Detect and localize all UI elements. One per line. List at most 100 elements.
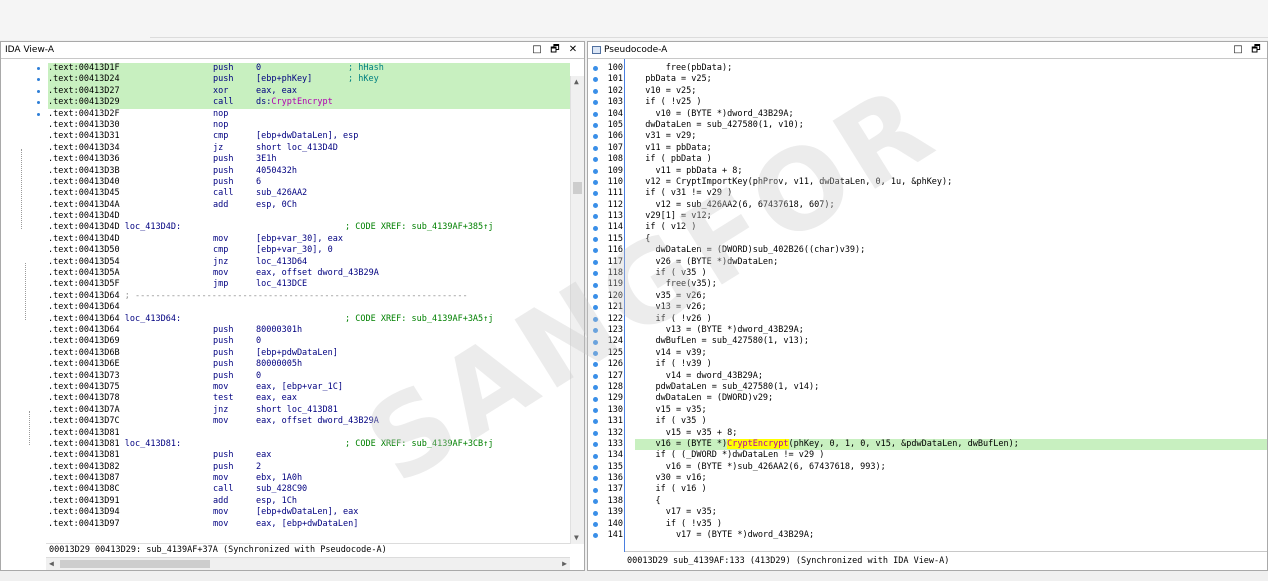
pseudocode-line[interactable]: pdwDataLen = sub_427580(1, v14); bbox=[635, 382, 1267, 393]
pseudocode-line[interactable]: free(v35); bbox=[635, 279, 1267, 290]
float-button[interactable]: 🗗 bbox=[1249, 42, 1263, 58]
ida-horizontal-scrollbar[interactable]: ◀ ▶ bbox=[46, 557, 570, 570]
pseudocode-line[interactable]: if ( !v25 ) bbox=[635, 97, 1267, 108]
disasm-line[interactable]: .text:00413D24 push [ebp+phKey] ; hKey bbox=[48, 74, 570, 86]
pseudocode-line[interactable]: v26 = (BYTE *)dwDataLen; bbox=[635, 257, 1267, 268]
disasm-line[interactable]: .text:00413D64 bbox=[48, 302, 570, 313]
maximize-button[interactable]: □ bbox=[530, 42, 544, 58]
float-button[interactable]: 🗗 bbox=[548, 42, 562, 58]
disasm-line[interactable]: .text:00413D54 jnz loc_413D64 bbox=[48, 257, 570, 268]
disasm-line[interactable]: .text:00413D64 ; -----------------------… bbox=[48, 291, 570, 302]
disasm-line[interactable]: .text:00413D4A add esp, 0Ch bbox=[48, 200, 570, 211]
scroll-right-icon[interactable]: ▶ bbox=[562, 558, 567, 570]
pseudocode-line[interactable]: v16 = (BYTE *)CryptEncrypt(phKey, 0, 1, … bbox=[635, 438, 1267, 451]
disasm-line[interactable]: .text:00413D3B push 4050432h bbox=[48, 166, 570, 177]
scroll-left-icon[interactable]: ◀ bbox=[49, 558, 54, 570]
disasm-line[interactable]: .text:00413D30 nop bbox=[48, 120, 570, 131]
disasm-line[interactable]: .text:00413D94 mov [ebp+dwDataLen], eax bbox=[48, 507, 570, 518]
disasm-line[interactable]: .text:00413D1F push 0 ; hHash bbox=[48, 63, 570, 75]
pseudocode-line[interactable]: v11 = pbData + 8; bbox=[635, 166, 1267, 177]
disasm-line[interactable]: .text:00413D8C call sub_428C90 bbox=[48, 484, 570, 495]
disasm-line[interactable]: .text:00413D7C mov eax, offset dword_43B29… bbox=[48, 416, 570, 427]
disasm-line[interactable]: .text:00413D81 bbox=[48, 428, 570, 439]
pseudocode-line[interactable]: v35 = v26; bbox=[635, 291, 1267, 302]
disasm-line[interactable]: .text:00413D75 mov eax, [ebp+var_1C] bbox=[48, 382, 570, 393]
ida-view-panel[interactable]: IDA View-A □ 🗗 ✕ .text:00413D1F push 0 ; hH… bbox=[0, 41, 585, 571]
pseudocode-line[interactable]: v12 = sub_426AA2(6, 67437618, 607); bbox=[635, 200, 1267, 211]
pseudocode-line[interactable]: if ( !v26 ) bbox=[635, 314, 1267, 325]
pseudocode-line[interactable]: v10 = (BYTE *)dword_43B29A; bbox=[635, 109, 1267, 120]
ida-vertical-scrollbar[interactable]: ▲ ▼ bbox=[570, 76, 584, 544]
disasm-line[interactable]: .text:00413D64 push 80000301h bbox=[48, 325, 570, 336]
disasm-line[interactable]: .text:00413D27 xor eax, eax bbox=[48, 85, 570, 98]
pseudocode-line[interactable]: v29[1] = v12; bbox=[635, 211, 1267, 222]
pseudocode-line[interactable]: v30 = v16; bbox=[635, 473, 1267, 484]
code-xref[interactable]: ; CODE XREF: sub_4139AF+3A5↑j bbox=[345, 314, 493, 325]
disasm-line[interactable]: .text:00413D2F nop bbox=[48, 109, 570, 120]
pseudocode-line[interactable]: v10 = v25; bbox=[635, 86, 1267, 97]
maximize-button[interactable]: □ bbox=[1231, 42, 1245, 58]
hscroll-thumb[interactable] bbox=[60, 560, 210, 568]
pseudocode-line[interactable]: v17 = v35; bbox=[635, 507, 1267, 518]
scroll-thumb[interactable] bbox=[573, 182, 582, 194]
pseudocode-line[interactable]: if ( v31 != v29 ) bbox=[635, 188, 1267, 199]
api-name[interactable]: CryptEncrypt bbox=[271, 97, 332, 107]
pseudocode-line[interactable]: v14 = dword_43B29A; bbox=[635, 371, 1267, 382]
disasm-line[interactable]: .text:00413D4D bbox=[48, 211, 570, 222]
disasm-line[interactable]: .text:00413D91 add esp, 1Ch bbox=[48, 496, 570, 507]
pseudocode-line[interactable]: free(pbData); bbox=[635, 63, 1267, 74]
pseudocode-line[interactable]: if ( !v35 ) bbox=[635, 519, 1267, 530]
pseudocode-line[interactable]: pbData = v25; bbox=[635, 74, 1267, 85]
pseudocode-line[interactable]: v14 = v39; bbox=[635, 348, 1267, 359]
pseudocode-line[interactable]: if ( v12 ) bbox=[635, 222, 1267, 233]
pseudocode-line[interactable]: if ( (_DWORD *)dwDataLen != v29 ) bbox=[635, 450, 1267, 461]
pseudocode-line[interactable]: v16 = (BYTE *)sub_426AA2(6, 67437618, 99… bbox=[635, 462, 1267, 473]
pseudocode-line[interactable]: if ( v35 ) bbox=[635, 416, 1267, 427]
disasm-line[interactable]: .text:00413D6B push [ebp+pdwDataLen] bbox=[48, 348, 570, 359]
pseudocode-line[interactable]: if ( pbData ) bbox=[635, 154, 1267, 165]
pseudocode-line[interactable]: v12 = CryptImportKey(phProv, v11, dwData… bbox=[635, 177, 1267, 188]
pseudocode-line[interactable]: v11 = pbData; bbox=[635, 143, 1267, 154]
disasm-line[interactable]: .text:00413D34 jz short loc_413D4D bbox=[48, 143, 570, 154]
pseudocode-line[interactable]: if ( !v39 ) bbox=[635, 359, 1267, 370]
pseudocode-line[interactable]: v17 = (BYTE *)dword_43B29A; bbox=[635, 530, 1267, 541]
close-button[interactable]: ✕ bbox=[566, 42, 580, 58]
disasm-line[interactable]: .text:00413D45 call sub_426AA2 bbox=[48, 188, 570, 199]
code-xref[interactable]: ; CODE XREF: sub_4139AF+3CB↑j bbox=[345, 439, 493, 450]
disasm-line[interactable]: .text:00413D69 push 0 bbox=[48, 336, 570, 347]
disasm-line[interactable]: .text:00413D50 cmp [ebp+var_30], 0 bbox=[48, 245, 570, 256]
disasm-line[interactable]: .text:00413D40 push 6 bbox=[48, 177, 570, 188]
pseudocode-line[interactable]: v31 = v29; bbox=[635, 131, 1267, 142]
disasm-line[interactable]: .text:00413D6E push 80000005h bbox=[48, 359, 570, 370]
code-xref[interactable]: ; CODE XREF: sub_4139AF+385↑j bbox=[345, 222, 493, 233]
disasm-line[interactable]: .text:00413D4D loc_413D4D: ; CODE XREF: s… bbox=[48, 222, 570, 233]
disasm-line[interactable]: .text:00413D78 test eax, eax bbox=[48, 393, 570, 404]
disasm-line[interactable]: .text:00413D87 mov ebx, 1A0h bbox=[48, 473, 570, 484]
disasm-line[interactable]: .text:00413D81 push eax bbox=[48, 450, 570, 461]
disasm-line[interactable]: .text:00413D73 push 0 bbox=[48, 371, 570, 382]
disasm-line[interactable]: .text:00413D31 cmp [ebp+dwDataLen], esp bbox=[48, 131, 570, 142]
disasm-line[interactable]: .text:00413D81 loc_413D81: ; CODE XREF: s… bbox=[48, 439, 570, 450]
disasm-line[interactable]: .text:00413D36 push 3E1h bbox=[48, 154, 570, 165]
pseudocode-line[interactable]: dwDataLen = sub_427580(1, v10); bbox=[635, 120, 1267, 131]
pseudocode-line[interactable]: v15 = v35 + 8; bbox=[635, 428, 1267, 439]
disasm-line[interactable]: .text:00413D64 loc_413D64: ; CODE XREF: s… bbox=[48, 314, 570, 325]
disasm-line[interactable]: .text:00413D97 mov eax, [ebp+dwDataLen] bbox=[48, 519, 570, 530]
pseudocode-line[interactable]: v13 = (BYTE *)dword_43B29A; bbox=[635, 325, 1267, 336]
disasm-line[interactable]: .text:00413D7A jnz short loc_413D81 bbox=[48, 405, 570, 416]
pseudocode-line[interactable]: dwDataLen = (DWORD)v29; bbox=[635, 393, 1267, 404]
pseudocode-line[interactable]: v15 = v35; bbox=[635, 405, 1267, 416]
pseudocode-panel[interactable]: Pseudocode-A □ 🗗 100 101 102 103 104 105 106 10… bbox=[587, 41, 1268, 571]
disasm-line[interactable]: .text:00413D5F jmp loc_413DCE bbox=[48, 279, 570, 290]
pseudocode-line[interactable]: v13 = v26; bbox=[635, 302, 1267, 313]
api-name[interactable]: CryptEncrypt bbox=[727, 438, 789, 449]
pseudocode-line[interactable]: if ( v16 ) bbox=[635, 484, 1267, 495]
disasm-line[interactable]: .text:00413D82 push 2 bbox=[48, 462, 570, 473]
scroll-down-icon[interactable]: ▼ bbox=[574, 532, 579, 544]
pseudocode-line[interactable]: { bbox=[635, 234, 1267, 245]
scroll-up-icon[interactable]: ▲ bbox=[574, 76, 579, 88]
pseudocode-listing[interactable]: free(pbData); pbData = v25; v10 = v25; i… bbox=[635, 63, 1267, 541]
disasm-line[interactable]: .text:00413D4D mov [ebp+var_30], eax bbox=[48, 234, 570, 245]
pseudocode-line[interactable]: if ( v35 ) bbox=[635, 268, 1267, 279]
pseudocode-line[interactable]: dwBufLen = sub_427580(1, v13); bbox=[635, 336, 1267, 347]
